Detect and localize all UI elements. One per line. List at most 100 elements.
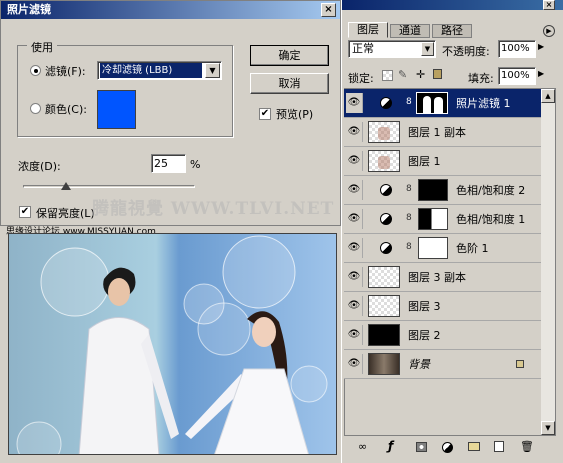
new-layer-icon[interactable] (494, 441, 504, 452)
tab-channels[interactable]: 通道 (390, 24, 430, 38)
density-slider-track[interactable] (23, 185, 195, 188)
layer-row-6[interactable]: 👁 图层 3 副本 (344, 263, 541, 292)
layer-mask-thumbnail (418, 237, 448, 259)
fill-arrow-icon[interactable]: ▶ (538, 69, 544, 78)
dialog-title: 照片滤镜 (7, 3, 51, 16)
layer-row-2[interactable]: 👁 图层 1 (344, 147, 541, 176)
visibility-eye-icon[interactable]: 👁 (346, 151, 363, 171)
bride-face (252, 317, 276, 347)
filter-select-value: 冷却滤镜 (LBB) (100, 63, 202, 78)
color-label: 颜色(C): (45, 103, 87, 116)
fill-value: 100% (501, 70, 530, 81)
layer-name: 图层 3 副本 (408, 271, 466, 284)
tab-layers[interactable]: 图层 (348, 22, 388, 38)
visibility-eye-icon[interactable]: 👁 (346, 180, 363, 200)
preview-checkbox[interactable]: ✔ (259, 108, 271, 120)
layer-name: 图层 1 副本 (408, 126, 466, 139)
new-group-icon[interactable] (468, 442, 480, 451)
layer-thumbnail (368, 121, 400, 143)
layer-row-0[interactable]: 👁 8 照片滤镜 1 (344, 89, 541, 118)
filter-radio[interactable] (30, 65, 41, 76)
layer-thumbnail (368, 353, 400, 375)
layer-row-5[interactable]: 👁 8 色阶 1 (344, 234, 541, 263)
visibility-eye-icon[interactable]: 👁 (346, 325, 363, 345)
layer-row-7[interactable]: 👁 图层 3 (344, 292, 541, 321)
opacity-arrow-icon[interactable]: ▶ (538, 42, 544, 51)
panel-close-button[interactable]: × (543, 0, 555, 10)
layer-thumbnail (368, 150, 400, 172)
density-slider-thumb[interactable] (61, 182, 71, 190)
tab-paths[interactable]: 路径 (432, 24, 472, 38)
dialog-close-button[interactable]: × (321, 3, 336, 17)
ok-button[interactable]: 确定 (250, 45, 329, 66)
preserve-luminosity-checkbox[interactable]: ✔ (19, 206, 31, 218)
link-layers-icon[interactable]: ∞ (358, 440, 367, 453)
density-label: 浓度(D): (18, 160, 61, 173)
layer-name: 色相/饱和度 1 (456, 213, 526, 226)
density-value: 25 (154, 157, 168, 170)
layer-mask-thumbnail (418, 208, 448, 230)
visibility-eye-icon[interactable]: 👁 (346, 267, 363, 287)
color-swatch[interactable] (97, 90, 136, 129)
filter-select[interactable]: 冷却滤镜 (LBB) ▼ (97, 61, 222, 80)
lock-icon (516, 360, 524, 368)
chevron-down-icon[interactable]: ▼ (421, 42, 434, 56)
blend-mode-select[interactable]: 正常 ▼ (348, 40, 436, 58)
visibility-eye-icon[interactable]: 👁 (346, 296, 363, 316)
visibility-eye-icon[interactable]: 👁 (346, 93, 363, 113)
visibility-eye-icon[interactable]: 👁 (346, 354, 363, 374)
density-input[interactable]: 25 (151, 154, 186, 173)
scroll-up-icon[interactable]: ▲ (541, 89, 555, 103)
panel-title-bar[interactable] (342, 0, 563, 10)
lock-all-icon[interactable] (433, 69, 442, 79)
visibility-eye-icon[interactable]: 👁 (346, 209, 363, 229)
layer-style-icon[interactable]: ƒ (388, 439, 393, 453)
layer-row-9[interactable]: 👁 背景 (344, 350, 541, 379)
layer-name: 图层 1 (408, 155, 441, 168)
layer-thumbnail (368, 295, 400, 317)
tab-channels-label: 通道 (399, 24, 421, 37)
lock-transparency-icon[interactable] (382, 70, 393, 81)
adjustment-icon (380, 213, 392, 225)
visibility-eye-icon[interactable]: 👁 (346, 122, 363, 142)
cancel-button[interactable]: 取消 (250, 73, 329, 94)
panel-menu-icon[interactable]: ▶ (543, 25, 555, 37)
scroll-down-icon[interactable]: ▼ (541, 421, 555, 435)
layer-row-3[interactable]: 👁 8 色相/饱和度 2 (344, 176, 541, 205)
density-unit: % (190, 158, 201, 171)
adjustment-icon (380, 184, 392, 196)
photo-illustration (16, 235, 328, 454)
layer-row-8[interactable]: 👁 图层 2 (344, 321, 541, 350)
lock-label: 锁定: (348, 72, 374, 85)
visibility-eye-icon[interactable]: 👁 (346, 238, 363, 258)
canvas-photo (8, 233, 337, 455)
filter-label: 滤镜(F): (45, 65, 86, 78)
fill-label: 填充: (468, 72, 494, 85)
layer-name: 照片滤镜 1 (456, 97, 511, 110)
delete-layer-icon[interactable]: 🗑 (520, 440, 534, 453)
bubble (222, 235, 296, 309)
color-radio[interactable] (30, 103, 41, 114)
layer-thumbnail (368, 324, 400, 346)
lock-move-icon[interactable]: ✛ (416, 68, 425, 81)
layer-mask-thumbnail (416, 92, 448, 114)
layer-row-1[interactable]: 👁 图层 1 副本 (344, 118, 541, 147)
dialog-title-bar[interactable]: 照片滤镜 (1, 1, 340, 19)
adjustment-icon (380, 242, 392, 254)
photo-filter-dialog: 照片滤镜 × 使用 滤镜(F): 冷却滤镜 (LBB) ▼ 颜色(C): 确定 … (0, 0, 341, 226)
layer-name: 色相/饱和度 2 (456, 184, 526, 197)
bubble (16, 421, 62, 454)
layer-list-scrollbar[interactable]: ▲ ▼ (541, 89, 555, 435)
chevron-down-icon[interactable]: ▼ (205, 63, 220, 78)
opacity-input[interactable]: 100% (498, 40, 536, 58)
layer-row-4[interactable]: 👁 8 色相/饱和度 1 (344, 205, 541, 234)
lock-brush-icon[interactable]: ✎ (398, 68, 407, 81)
layer-mask-icon[interactable] (416, 442, 427, 452)
preserve-luminosity-label: 保留亮度(L) (36, 207, 95, 220)
bubble (40, 247, 110, 317)
layer-name: 图层 3 (408, 300, 441, 313)
fill-input[interactable]: 100% (498, 67, 536, 85)
bubble (290, 365, 328, 403)
opacity-label: 不透明度: (442, 45, 490, 58)
adjustment-layer-icon[interactable] (442, 442, 453, 453)
